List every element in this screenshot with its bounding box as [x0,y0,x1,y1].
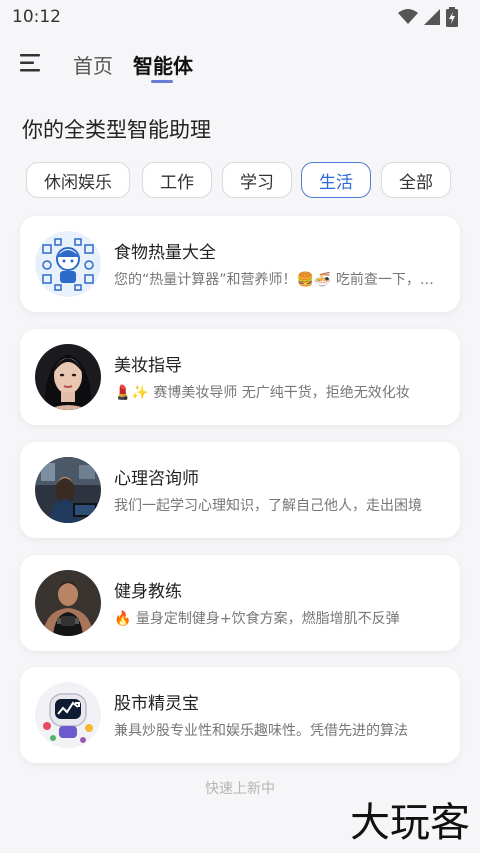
top-nav: 首页 智能体 [0,40,480,86]
card-description: 💄✨ 赛博美妆导师 无广纯干货，拒绝无效化妆 [114,385,410,401]
wifi-icon [398,9,418,24]
agent-card-fitness[interactable]: 健身教练 🔥 量身定制健身+饮食方案，燃脂增肌不反弹 [20,555,460,651]
battery-charging-icon [446,7,458,27]
card-title: 美妆指导 [114,356,182,376]
menu-icon[interactable] [20,53,42,73]
card-description: 您的“热量计算器”和营养师！🍔🍜 吃前查一下，吃得更健康 [114,272,444,288]
chip-life[interactable]: 生活 [301,162,371,198]
chip-all[interactable]: 全部 [381,162,451,198]
agent-card-stock[interactable]: 股市精灵宝 兼具炒股专业性和娱乐趣味性。凭借先进的算法 [20,667,460,763]
status-icons [398,7,458,27]
food-illustration-icon [35,231,101,297]
card-description: 🔥 量身定制健身+饮食方案，燃脂增肌不反弹 [114,611,400,627]
agent-card-food[interactable]: 食物热量大全 您的“热量计算器”和营养师！🍔🍜 吃前查一下，吃得更健康 [20,216,460,312]
therapist-portrait-icon [35,457,101,523]
card-title: 股市精灵宝 [114,694,199,714]
watermark-logo: 大玩客 [350,800,470,846]
tab-agents-label: 智能体 [133,54,193,78]
tab-home[interactable]: 首页 [73,50,113,79]
card-title: 心理咨询师 [114,469,199,489]
category-chips: 休闲娱乐 工作 学习 生活 全部 [26,162,480,198]
chip-leisure[interactable]: 休闲娱乐 [26,162,130,198]
status-time: 10:12 [12,7,61,27]
stock-robot-icon [35,682,101,748]
card-description: 我们一起学习心理知识，了解自己他人，走出困境 [114,498,422,514]
chip-work[interactable]: 工作 [142,162,212,198]
signal-icon [424,9,440,25]
card-title: 食物热量大全 [114,243,216,263]
status-bar: 10:12 [0,0,480,34]
fitness-trainer-icon [35,570,101,636]
tab-agents[interactable]: 智能体 [133,50,193,83]
card-description: 兼具炒股专业性和娱乐趣味性。凭借先进的算法 [114,723,408,739]
tab-active-indicator [151,80,173,83]
card-title: 健身教练 [114,582,182,602]
agent-card-psychology[interactable]: 心理咨询师 我们一起学习心理知识，了解自己他人，走出困境 [20,442,460,538]
page-title: 你的全类型智能助理 [22,118,211,142]
chip-study[interactable]: 学习 [222,162,292,198]
agent-card-makeup[interactable]: 美妆指导 💄✨ 赛博美妆导师 无广纯干货，拒绝无效化妆 [20,329,460,425]
woman-portrait-icon [35,344,101,410]
